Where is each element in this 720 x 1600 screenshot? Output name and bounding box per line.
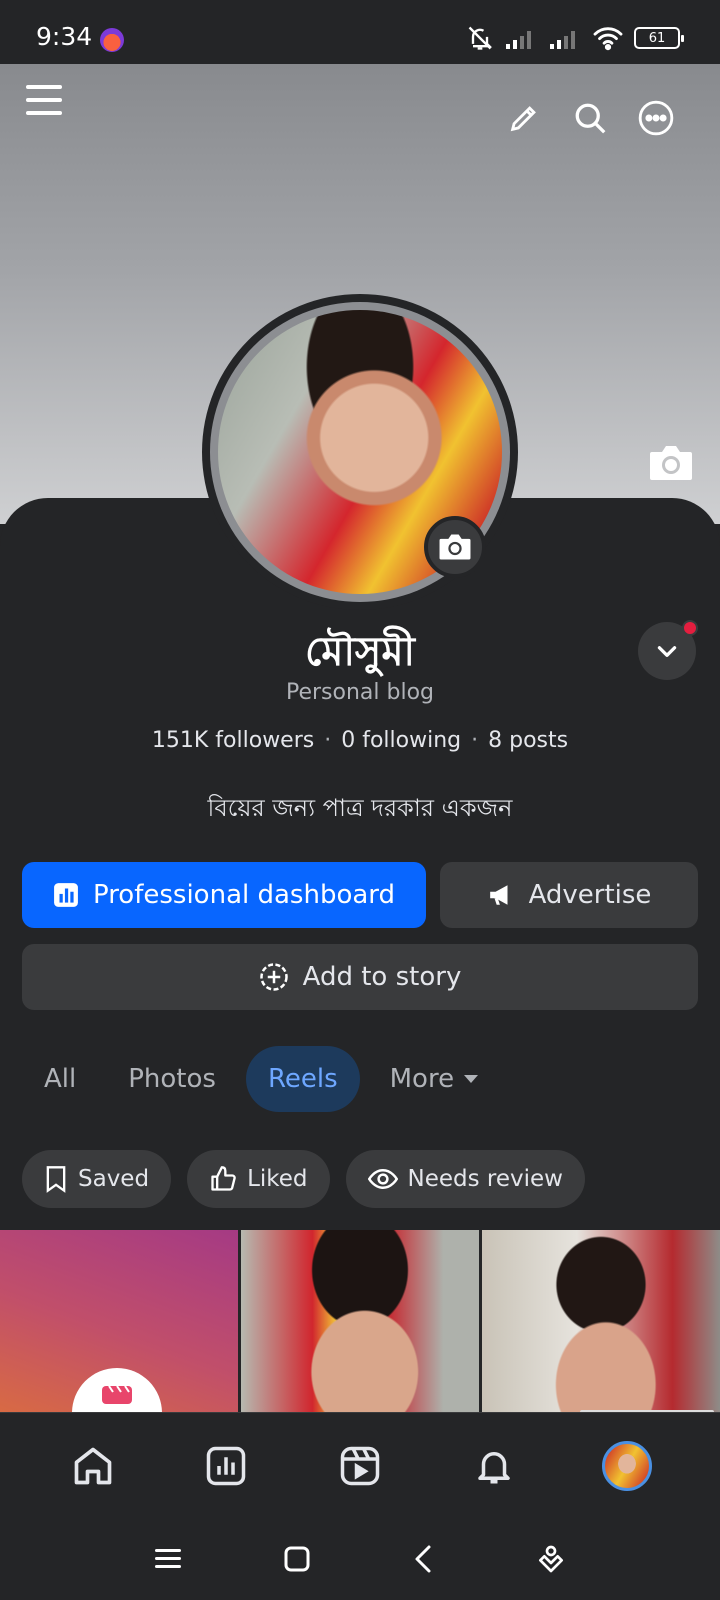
tab-label: More xyxy=(389,1064,455,1094)
chip-label: Needs review xyxy=(407,1166,563,1192)
edit-profile-picture-button[interactable] xyxy=(424,516,486,578)
separator-dot: · xyxy=(471,728,479,753)
signal-icon-2 xyxy=(550,31,575,49)
tab-photos[interactable]: Photos xyxy=(106,1046,238,1112)
needs-review-chip[interactable]: Needs review xyxy=(345,1150,585,1208)
separator-dot: · xyxy=(324,728,332,753)
add-to-story-button[interactable]: Add to story xyxy=(22,944,698,1010)
dashboard-icon xyxy=(207,1446,246,1485)
profile-name: মৌসুমী xyxy=(305,629,415,675)
edit-cover-button[interactable] xyxy=(648,444,694,482)
eye-icon xyxy=(367,1168,398,1190)
camera-icon xyxy=(439,534,471,560)
status-bar: 9:34 61 xyxy=(0,0,720,64)
saved-chip[interactable]: Saved xyxy=(22,1150,172,1208)
advertise-label: Advertise xyxy=(528,880,652,910)
battery-level: 61 xyxy=(648,30,666,46)
back-icon[interactable] xyxy=(411,1544,435,1574)
home-square-icon[interactable] xyxy=(283,1545,311,1573)
assistant-icon[interactable] xyxy=(535,1543,567,1575)
home-icon xyxy=(74,1447,112,1484)
firefox-icon xyxy=(100,28,124,52)
profile-stats: 151K followers · 0 following · 8 posts xyxy=(0,728,720,753)
reels-icon xyxy=(102,1385,132,1404)
posts-count[interactable]: 8 posts xyxy=(488,728,568,753)
tab-label: Reels xyxy=(267,1064,338,1094)
more-dots-icon xyxy=(638,100,674,136)
followers-count[interactable]: 151K followers xyxy=(152,728,314,753)
reels-grid xyxy=(0,1230,720,1412)
advertise-button[interactable]: Advertise xyxy=(440,862,698,928)
dashboard-icon xyxy=(54,883,78,907)
signal-icon xyxy=(506,31,531,49)
liked-chip[interactable]: Liked xyxy=(187,1150,330,1208)
status-time: 9:34 xyxy=(36,22,93,51)
thumbs-up-icon xyxy=(211,1166,236,1191)
hamburger-icon xyxy=(26,85,62,115)
pencil-icon xyxy=(510,106,536,132)
filter-chips: Saved Liked Needs review xyxy=(22,1150,585,1208)
tab-all[interactable]: All xyxy=(22,1046,98,1112)
profile-bio: বিয়ের জন্য পাত্র দরকার একজন xyxy=(207,794,513,822)
profile-avatar xyxy=(602,1440,653,1491)
nav-home[interactable] xyxy=(53,1426,133,1506)
bookmark-icon xyxy=(46,1166,66,1193)
tab-reels[interactable]: Reels xyxy=(245,1046,360,1112)
edit-button[interactable] xyxy=(502,96,546,140)
mute-bell-icon xyxy=(468,26,493,50)
camera-icon xyxy=(650,446,692,480)
more-options-button[interactable] xyxy=(634,96,678,140)
following-count[interactable]: 0 following xyxy=(341,728,461,753)
tab-more[interactable]: More xyxy=(368,1046,502,1112)
notification-dot xyxy=(682,620,698,636)
search-icon xyxy=(575,103,606,134)
profile-category: Personal blog xyxy=(285,680,435,705)
tab-label: All xyxy=(44,1064,77,1094)
chevron-down-icon xyxy=(657,646,677,657)
create-reel-badge[interactable] xyxy=(72,1368,162,1412)
tab-label: Photos xyxy=(128,1064,216,1094)
professional-dashboard-label: Professional dashboard xyxy=(92,880,396,910)
nav-profile[interactable] xyxy=(587,1426,667,1506)
reel-thumbnail[interactable] xyxy=(0,1230,238,1412)
add-to-story-label: Add to story xyxy=(302,962,462,992)
wifi-icon xyxy=(593,27,623,51)
status-icons: 61 xyxy=(466,24,684,52)
bell-icon xyxy=(477,1451,510,1483)
system-navigation xyxy=(0,1518,720,1600)
megaphone-icon xyxy=(489,885,508,905)
chip-label: Saved xyxy=(78,1166,150,1192)
battery-indicator: 61 xyxy=(634,27,684,49)
reel-thumbnail[interactable] xyxy=(241,1230,479,1412)
nav-dashboard[interactable] xyxy=(186,1426,266,1506)
caret-down-icon xyxy=(464,1075,479,1083)
chip-label: Liked xyxy=(247,1166,308,1192)
nav-reels[interactable] xyxy=(320,1426,400,1506)
reel-thumbnail[interactable] xyxy=(482,1230,720,1412)
reels-icon xyxy=(340,1446,380,1485)
nav-notifications[interactable] xyxy=(454,1426,534,1506)
add-story-icon xyxy=(259,963,288,991)
menu-button[interactable] xyxy=(22,78,66,122)
recent-apps-icon[interactable] xyxy=(153,1546,183,1572)
search-button[interactable] xyxy=(568,96,612,140)
bottom-navigation xyxy=(0,1412,720,1518)
profile-tabs: All Photos Reels More xyxy=(22,1046,502,1112)
professional-dashboard-button[interactable]: Professional dashboard xyxy=(22,862,426,928)
